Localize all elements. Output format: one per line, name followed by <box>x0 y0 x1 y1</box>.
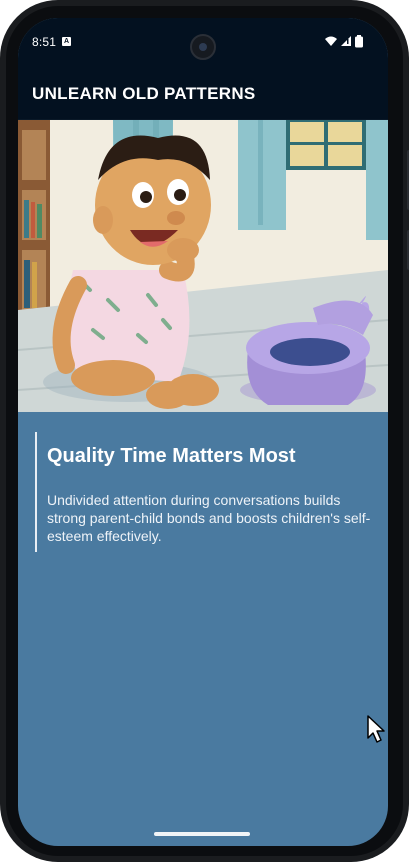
front-camera <box>190 34 216 60</box>
gesture-navigation-bar[interactable] <box>154 832 250 836</box>
card-title: Quality Time Matters Most <box>47 445 296 467</box>
app-bar: UNLEARN OLD PATTERNS <box>18 68 388 120</box>
phone-frame: 8:51 A UNLEARN OLD PATTERNS Quality Time… <box>0 0 409 862</box>
signal-icon <box>341 36 351 46</box>
hero-image <box>18 120 388 412</box>
card-body: Undivided attention during conversations… <box>47 492 371 544</box>
app-title: UNLEARN OLD PATTERNS <box>32 84 256 103</box>
battery-icon <box>355 35 363 48</box>
wifi-icon <box>325 36 337 46</box>
mouse-pointer-icon <box>367 715 385 743</box>
status-icons <box>324 35 366 49</box>
a-box-icon: A <box>62 37 71 46</box>
screen: 8:51 A UNLEARN OLD PATTERNS Quality Time… <box>18 18 388 846</box>
accent-line <box>35 432 37 552</box>
status-bar: 8:51 A <box>18 18 388 68</box>
status-time: 8:51 <box>32 35 57 49</box>
